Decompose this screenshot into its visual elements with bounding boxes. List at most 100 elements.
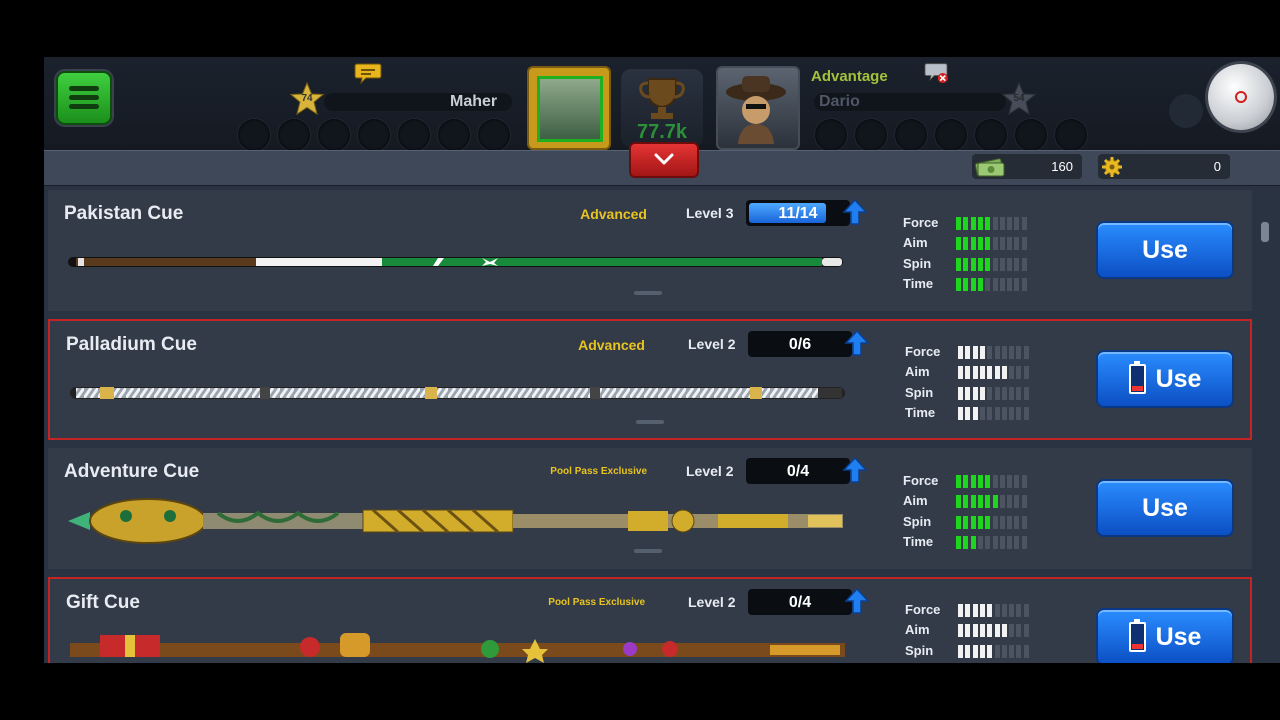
- trophy-icon: [639, 78, 685, 119]
- stat-label-aim: Aim: [903, 493, 928, 508]
- stat-segment: [1007, 258, 1013, 271]
- opponent-avatar[interactable]: [716, 66, 800, 150]
- stat-segment: [1014, 495, 1020, 508]
- menu-line-icon: [69, 86, 99, 91]
- stat-segment: [985, 495, 991, 508]
- stat-segment: [999, 217, 1005, 230]
- gear-coin-icon: [1102, 157, 1122, 177]
- stat-segment: [956, 495, 961, 508]
- chevron-down-icon: [654, 153, 674, 165]
- stat-segment: [1001, 366, 1007, 379]
- upgrade-progress-text: 0/6: [788, 336, 812, 353]
- stat-segment: [958, 645, 963, 658]
- upgrade-progress-text: 0/4: [786, 463, 810, 480]
- stat-label-aim: Aim: [905, 622, 930, 637]
- stat-segment: [970, 516, 976, 529]
- cue-tier: Advanced: [580, 206, 647, 222]
- upgrade-arrow-icon[interactable]: [844, 587, 870, 615]
- stat-segment: [965, 346, 971, 359]
- opponent-level-star: 54: [1001, 81, 1037, 116]
- stat-segment: [1023, 387, 1029, 400]
- upgrade-arrow-icon[interactable]: [844, 329, 870, 357]
- upgrade-arrow-icon[interactable]: [842, 456, 868, 484]
- stat-segment: [1009, 366, 1015, 379]
- stat-label-force: Force: [905, 602, 941, 617]
- stat-segment: [979, 407, 985, 420]
- stat-bar-aim: [956, 237, 1030, 250]
- player-level-star: 74: [289, 81, 325, 116]
- stat-segment: [1021, 278, 1027, 291]
- stat-segment: [1021, 516, 1027, 529]
- list-scrollbar[interactable]: [1261, 222, 1269, 242]
- stat-segment: [994, 624, 1000, 637]
- stat-segment: [1016, 387, 1022, 400]
- cue-card-gift[interactable]: Gift Cue Pool Pass Exclusive Level 2 0/4…: [48, 577, 1252, 663]
- ball-slot: [358, 119, 390, 151]
- drag-handle: [636, 420, 664, 424]
- stat-segment: [994, 407, 1000, 420]
- use-cue-button[interactable]: Use: [1096, 608, 1234, 663]
- stat-segment: [994, 604, 1000, 617]
- stat-label-spin: Spin: [905, 643, 934, 658]
- stat-segment: [972, 604, 978, 617]
- stat-segment: [972, 624, 978, 637]
- stat-segment: [1007, 516, 1013, 529]
- cash-value: 160: [1051, 159, 1073, 174]
- collapse-panel-button[interactable]: [629, 142, 699, 178]
- stat-bar-aim: [958, 366, 1032, 379]
- stat-segment: [999, 237, 1005, 250]
- stat-segment: [977, 258, 983, 271]
- chat-muted-icon[interactable]: [922, 62, 950, 84]
- use-button-label: Use: [1142, 235, 1188, 264]
- ball-slot: [815, 119, 847, 151]
- menu-button[interactable]: [56, 71, 112, 125]
- ball-slot: [935, 119, 967, 151]
- cash-counter[interactable]: 160: [972, 154, 1082, 179]
- stat-segment: [956, 475, 961, 488]
- stat-segment: [977, 536, 983, 549]
- stat-segment: [1001, 387, 1007, 400]
- use-cue-button[interactable]: Use: [1096, 479, 1234, 537]
- stat-segment: [963, 278, 969, 291]
- stat-label-aim: Aim: [905, 364, 930, 379]
- coins-counter[interactable]: 0: [1098, 154, 1230, 179]
- stat-segment: [977, 278, 983, 291]
- stat-segment: [1021, 258, 1027, 271]
- cue-card-palladium[interactable]: Palladium Cue Advanced Level 2 0/6 Force…: [48, 319, 1252, 440]
- stat-segment: [1016, 645, 1022, 658]
- stat-segment: [970, 536, 976, 549]
- upgrade-progress: 0/6: [748, 331, 852, 357]
- use-cue-button[interactable]: Use: [1096, 221, 1234, 279]
- ball-slot: [318, 119, 350, 151]
- cue-card-adventure[interactable]: Adventure Cue Pool Pass Exclusive Level …: [48, 448, 1252, 569]
- stat-label-time: Time: [903, 276, 934, 291]
- stat-segment: [972, 645, 978, 658]
- use-cue-button[interactable]: Use: [1096, 350, 1234, 408]
- stat-segment: [963, 495, 969, 508]
- player-avatar[interactable]: [527, 66, 611, 150]
- stat-segment: [1023, 366, 1029, 379]
- chat-icon[interactable]: [354, 62, 382, 84]
- stat-bar-force: [956, 217, 1030, 230]
- upgrade-arrow-icon[interactable]: [842, 198, 868, 226]
- cowboy-avatar-icon: [726, 76, 786, 144]
- stat-bar-spin: [958, 387, 1032, 400]
- stat-segment: [985, 237, 991, 250]
- cue-level: Level 2: [688, 336, 736, 352]
- cue-ball-spin-control[interactable]: [1208, 64, 1274, 130]
- cue-card-pakistan[interactable]: Pakistan Cue Advanced Level 3 11/14 Forc…: [48, 190, 1252, 311]
- opponent-name: Dario: [819, 93, 860, 110]
- stat-segment: [970, 278, 976, 291]
- menu-line-icon: [69, 95, 99, 100]
- stat-segment: [1021, 475, 1027, 488]
- stat-segment: [956, 536, 961, 549]
- stat-segment: [1007, 475, 1013, 488]
- stat-segment: [1001, 407, 1007, 420]
- stat-bar-force: [956, 475, 1030, 488]
- stat-segment: [985, 536, 991, 549]
- stat-segment: [970, 217, 976, 230]
- stat-segment: [987, 366, 993, 379]
- cue-level: Level 3: [686, 205, 734, 221]
- use-button-label: Use: [1142, 493, 1188, 522]
- stat-segment: [956, 278, 961, 291]
